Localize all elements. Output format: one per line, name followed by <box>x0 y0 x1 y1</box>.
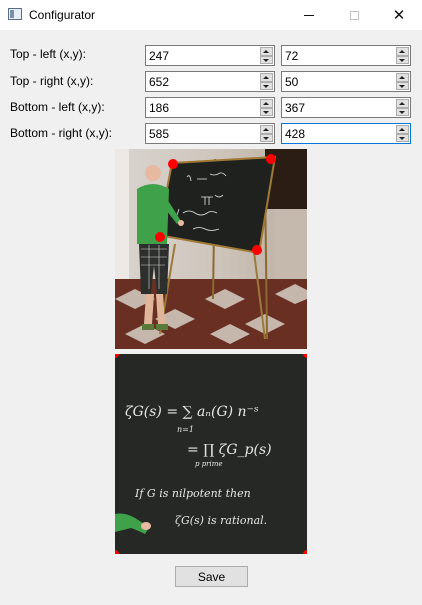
app-window-icon <box>8 8 22 20</box>
board-line: ζG(s) = ∑ aₙ(G) n⁻ˢ <box>125 404 259 420</box>
board-line: n=1 <box>177 425 194 434</box>
spin-down-icon[interactable] <box>260 133 273 142</box>
spin-down-icon[interactable] <box>396 133 409 142</box>
bottom-left-x-spinbox[interactable]: 186 <box>145 97 275 118</box>
marker-top-left[interactable] <box>168 159 178 169</box>
minimize-button[interactable] <box>286 0 332 30</box>
title-bar: Configurator ✕ <box>0 0 422 30</box>
spin-down-icon[interactable] <box>260 55 273 64</box>
spin-value: 367 <box>285 101 306 115</box>
top-right-y-spinbox[interactable]: 50 <box>281 71 411 92</box>
spin-value: 186 <box>149 101 170 115</box>
spin-down-icon[interactable] <box>260 107 273 116</box>
spin-up-icon[interactable] <box>260 73 273 82</box>
spin-up-icon[interactable] <box>260 125 273 134</box>
source-photo <box>115 149 307 349</box>
board-line: = ∏ ζG_p(s) <box>187 442 272 458</box>
spin-value: 428 <box>285 127 306 141</box>
label-bottom-right: Bottom - right (x,y): <box>10 126 113 140</box>
window-title: Configurator <box>29 8 96 22</box>
rectified-board-preview: ζG(s) = ∑ aₙ(G) n⁻ˢ n=1 = ∏ ζG_p(s) p pr… <box>115 354 307 554</box>
label-top-left: Top - left (x,y): <box>10 47 87 61</box>
spin-down-icon[interactable] <box>260 81 273 90</box>
spin-value: 652 <box>149 75 170 89</box>
spin-value: 247 <box>149 49 170 63</box>
spin-up-icon[interactable] <box>396 73 409 82</box>
spin-up-icon[interactable] <box>260 47 273 56</box>
minimize-icon <box>304 14 314 16</box>
label-top-right: Top - right (x,y): <box>10 74 94 88</box>
spin-value: 585 <box>149 127 170 141</box>
close-icon: ✕ <box>392 5 406 24</box>
spin-up-icon[interactable] <box>396 125 409 134</box>
spin-up-icon[interactable] <box>396 47 409 56</box>
board-line: ζG(s) is rational. <box>175 514 267 527</box>
spin-down-icon[interactable] <box>396 81 409 90</box>
maximize-button[interactable] <box>331 0 377 30</box>
board-line: If G is nilpotent then <box>134 487 251 500</box>
spin-up-icon[interactable] <box>260 99 273 108</box>
spin-up-icon[interactable] <box>396 99 409 108</box>
bottom-right-x-spinbox[interactable]: 585 <box>145 123 275 144</box>
label-bottom-left: Bottom - left (x,y): <box>10 100 105 114</box>
top-right-x-spinbox[interactable]: 652 <box>145 71 275 92</box>
save-button[interactable]: Save <box>175 566 248 587</box>
marker-bottom-right[interactable] <box>252 245 262 255</box>
spin-down-icon[interactable] <box>396 55 409 64</box>
close-button[interactable]: ✕ <box>376 0 422 30</box>
bottom-left-y-spinbox[interactable]: 367 <box>281 97 411 118</box>
top-left-x-spinbox[interactable]: 247 <box>145 45 275 66</box>
spin-value: 72 <box>285 49 299 63</box>
top-left-y-spinbox[interactable]: 72 <box>281 45 411 66</box>
maximize-icon <box>349 10 359 20</box>
bottom-right-y-spinbox[interactable]: 428 <box>281 123 411 144</box>
spin-value: 50 <box>285 75 299 89</box>
marker-top-right[interactable] <box>266 154 276 164</box>
spin-down-icon[interactable] <box>396 107 409 116</box>
board-line: p prime <box>195 460 223 468</box>
marker-bottom-left[interactable] <box>155 232 165 242</box>
